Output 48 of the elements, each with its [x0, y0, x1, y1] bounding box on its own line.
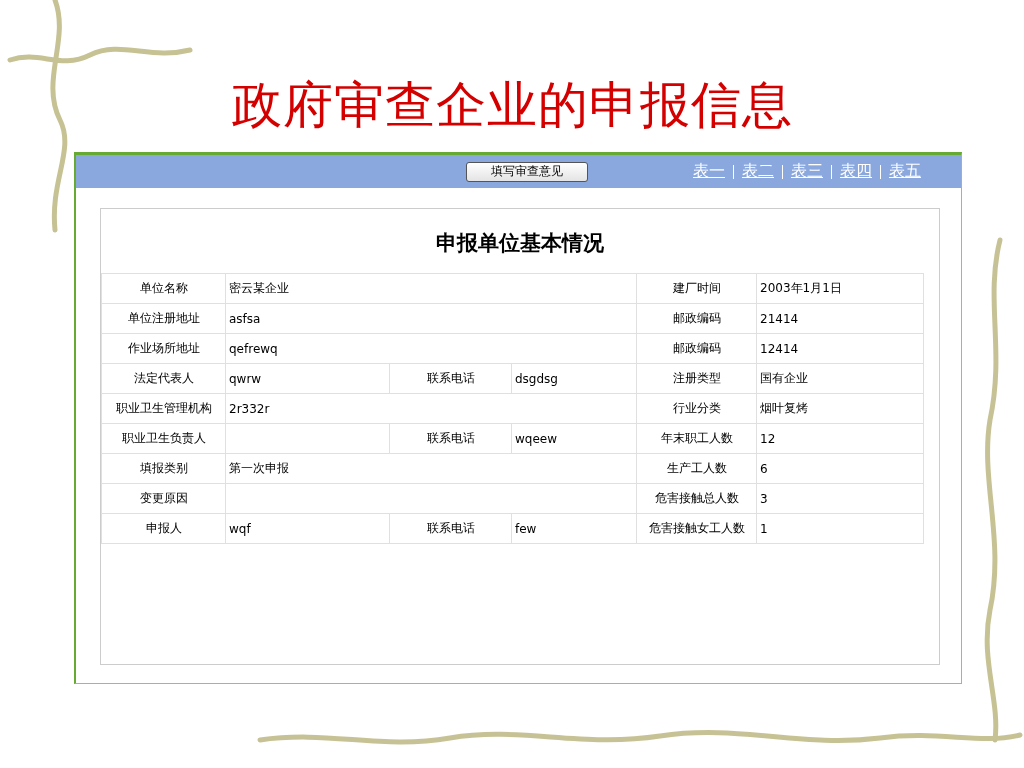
- field-label: 单位注册地址: [101, 303, 226, 334]
- field-value: asfsa: [225, 303, 637, 334]
- field-value: 21414: [756, 303, 924, 334]
- field-value: 烟叶复烤: [756, 393, 924, 424]
- field-value: 12414: [756, 333, 924, 364]
- field-label: 联系电话: [389, 363, 512, 394]
- field-value: qwrw: [225, 363, 390, 394]
- slide-title: 政府审查企业的申报信息: [231, 75, 793, 136]
- field-value: 1: [756, 513, 924, 544]
- field-label: 变更原因: [101, 483, 226, 514]
- field-label: 申报人: [101, 513, 226, 544]
- table-link[interactable]: 表一: [685, 161, 733, 182]
- field-label: 邮政编码: [636, 333, 757, 364]
- field-label: 职业卫生管理机构: [101, 393, 226, 424]
- field-label: 行业分类: [636, 393, 757, 424]
- field-label: 联系电话: [389, 513, 512, 544]
- field-value: few: [511, 513, 637, 544]
- field-value: qefrewq: [225, 333, 637, 364]
- table-link[interactable]: 表五: [881, 161, 929, 182]
- field-label: 年末职工人数: [636, 423, 757, 454]
- field-value: 2r332r: [225, 393, 637, 424]
- table-link[interactable]: 表四: [832, 161, 880, 182]
- field-label: 生产工人数: [636, 453, 757, 484]
- field-label: 职业卫生负责人: [101, 423, 226, 454]
- field-value: wqf: [225, 513, 390, 544]
- field-value: 12: [756, 423, 924, 454]
- field-label: 危害接触女工人数: [636, 513, 757, 544]
- field-value: 6: [756, 453, 924, 484]
- field-value: 2003年1月1日: [756, 273, 924, 304]
- field-value: wqeew: [511, 423, 637, 454]
- field-value: dsgdsg: [511, 363, 637, 394]
- field-label: 填报类别: [101, 453, 226, 484]
- field-label: 单位名称: [101, 273, 226, 304]
- field-label: 法定代表人: [101, 363, 226, 394]
- field-label: 邮政编码: [636, 303, 757, 334]
- table-link[interactable]: 表二: [734, 161, 782, 182]
- field-value: 国有企业: [756, 363, 924, 394]
- field-value: 密云某企业: [225, 273, 637, 304]
- field-label: 建厂时间: [636, 273, 757, 304]
- form-title: 申报单位基本情况: [435, 229, 605, 257]
- field-label: 注册类型: [636, 363, 757, 394]
- review-opinion-button[interactable]: 填写审查意见: [466, 161, 588, 182]
- field-label: 联系电话: [389, 423, 512, 454]
- field-value: 3: [756, 483, 924, 514]
- field-label: 作业场所地址: [101, 333, 226, 364]
- field-label: 危害接触总人数: [636, 483, 757, 514]
- table-link[interactable]: 表三: [783, 161, 831, 182]
- field-value: 第一次申报: [225, 453, 637, 484]
